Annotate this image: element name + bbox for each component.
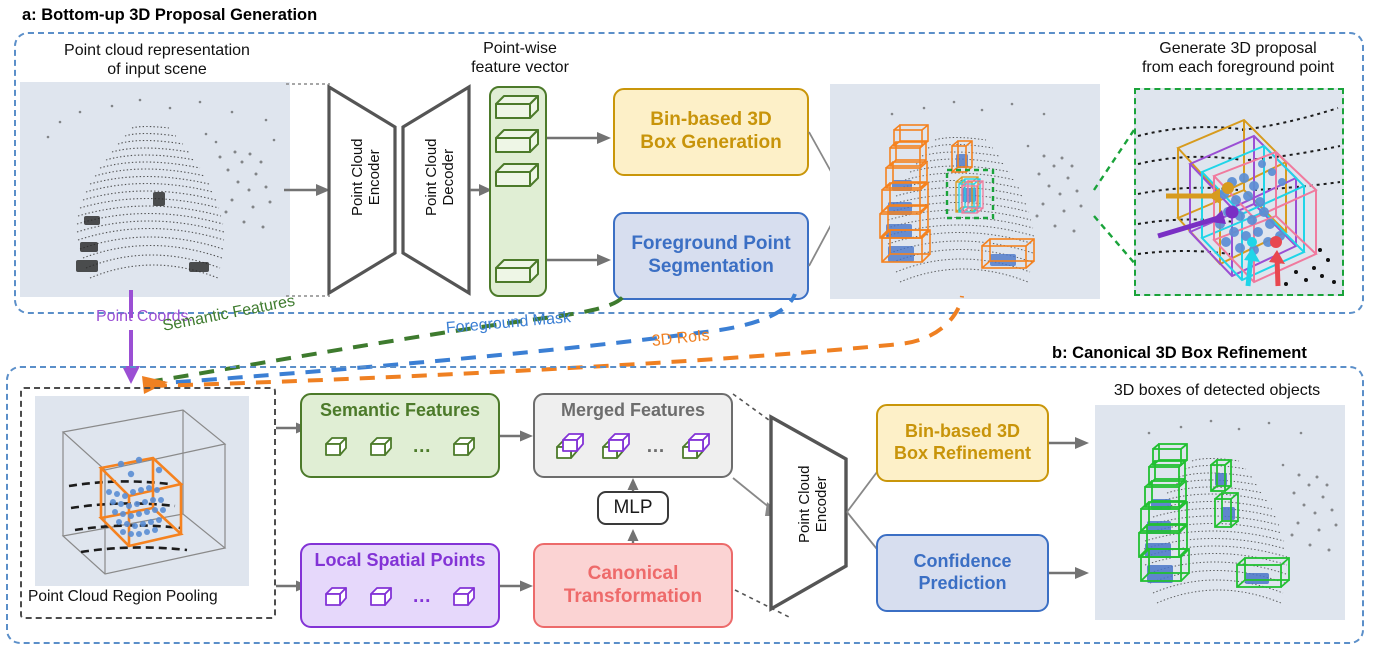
- local-spatial-points-glyphs: …: [302, 571, 498, 626]
- features-to-branch-arrows: [547, 132, 611, 266]
- local-spatial-points-block[interactable]: Local Spatial Points …: [300, 543, 500, 628]
- mlp-block[interactable]: MLP: [597, 491, 669, 525]
- heads-to-result-arrows: [1049, 437, 1089, 579]
- feature-vector-caption: Point-wise feature vector: [471, 40, 569, 76]
- confidence-prediction-label: Confidence Prediction: [913, 551, 1012, 593]
- bin-based-box-generation-block[interactable]: Bin-based 3D Box Generation: [613, 88, 809, 176]
- point-cloud-decoder-a-label: Point Cloud Decoder: [422, 138, 457, 217]
- foreground-segmentation-label: Foreground Point Segmentation: [631, 233, 791, 277]
- proposals-point-cloud-image: [830, 84, 1100, 299]
- region-pooling-caption: Point Cloud Region Pooling: [28, 588, 218, 605]
- merged-features-block[interactable]: Merged Features …: [533, 393, 733, 478]
- mlp-label: MLP: [613, 496, 653, 518]
- local-to-canonical-arrow: [500, 580, 533, 592]
- point-wise-feature-vector: [489, 86, 547, 297]
- point-cloud-encoder-a-label: Point Cloud Encoder: [348, 138, 383, 217]
- merged-features-glyphs: …: [535, 421, 731, 476]
- confidence-prediction-block[interactable]: Confidence Prediction: [876, 534, 1049, 612]
- semantic-features-glyphs: …: [302, 421, 498, 476]
- semantic-to-merged-arrow: [500, 430, 533, 442]
- zoom-proposal-caption: Generate 3D proposal from each foregroun…: [1141, 40, 1335, 76]
- zoom-proposal-image: [1134, 88, 1344, 296]
- region-pooling-image: [35, 396, 249, 586]
- section-b-title: b: Canonical 3D Box Refinement: [1052, 344, 1307, 362]
- point-cloud-encoder-b-label: Point Cloud Encoder: [795, 465, 830, 544]
- canonical-transformation-block[interactable]: Canonical Transformation: [533, 543, 733, 628]
- local-spatial-points-ellipsis: …: [412, 585, 433, 607]
- semantic-features-label: Semantic Features: [319, 400, 481, 420]
- detected-boxes-image: [1095, 405, 1345, 620]
- input-point-cloud-image: [20, 82, 290, 297]
- local-spatial-points-label: Local Spatial Points: [314, 550, 486, 570]
- input-cloud-caption: Point cloud representation of input scen…: [64, 42, 250, 78]
- merged-features-ellipsis: …: [646, 435, 666, 457]
- section-a-title: a: Bottom-up 3D Proposal Generation: [22, 6, 318, 24]
- semantic-features-block[interactable]: Semantic Features …: [300, 393, 500, 478]
- semantic-features-ellipsis: …: [412, 435, 433, 457]
- detected-boxes-caption: 3D boxes of detected objects: [1113, 382, 1321, 399]
- merged-features-label: Merged Features: [560, 400, 706, 420]
- bin-based-box-refinement-block[interactable]: Bin-based 3D Box Refinement: [876, 404, 1049, 482]
- bin-based-box-generation-label: Bin-based 3D Box Generation: [640, 109, 782, 153]
- bin-based-box-refinement-label: Bin-based 3D Box Refinement: [893, 421, 1032, 463]
- canonical-transformation-label: Canonical Transformation: [563, 562, 703, 607]
- foreground-segmentation-block[interactable]: Foreground Point Segmentation: [613, 212, 809, 300]
